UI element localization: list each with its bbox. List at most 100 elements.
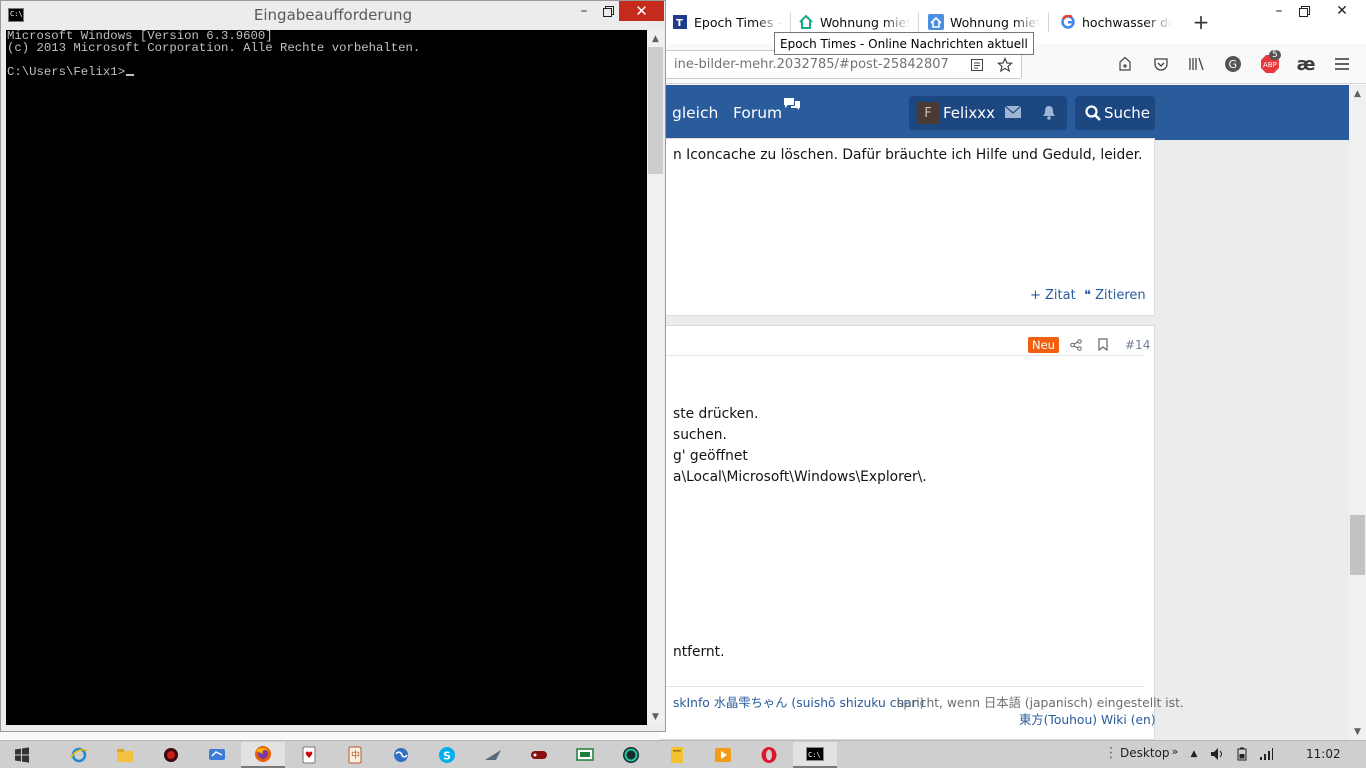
menu-icon[interactable] (1331, 53, 1353, 75)
envelope-icon[interactable] (1004, 105, 1022, 122)
svg-text:S: S (443, 750, 451, 763)
user-menu[interactable]: F Felixxx (909, 96, 1067, 130)
taskbar: ♥ 中 S C:\ ⋮ Desktop » ▲ 11:02 (0, 740, 1366, 768)
forum-post: Neu #14 ste drücken. suchen. g' geöffnet… (660, 325, 1184, 740)
app-red-icon[interactable] (149, 742, 193, 768)
touhou-wiki-link[interactable]: 東方(Touhou) Wiki (en) (1019, 710, 1156, 728)
bell-icon[interactable] (1042, 105, 1056, 124)
close-icon[interactable]: ✕ (1318, 0, 1366, 22)
tab-title: Wohnung miete (950, 14, 1040, 30)
scroll-down-icon[interactable]: ▼ (647, 708, 664, 725)
forum-content: n Iconcache zu löschen. Dafür bräuchte i… (660, 138, 1349, 740)
reader-view-icon[interactable] (966, 54, 988, 76)
tab-title: Epoch Times - O (694, 14, 782, 30)
share-icon[interactable] (1070, 339, 1082, 355)
post-line: a\Local\Microsoft\Windows\Explorer\. (673, 469, 927, 485)
bookmark-star-icon[interactable] (994, 54, 1016, 76)
network-signal-icon[interactable] (1259, 747, 1273, 761)
start-button[interactable] (0, 742, 44, 768)
window-title: Eingabeaufforderung (253, 6, 413, 24)
skype-icon[interactable]: S (425, 742, 469, 768)
media-player-icon[interactable] (701, 742, 745, 768)
teal-app-icon[interactable] (609, 742, 653, 768)
scrollbar-thumb[interactable] (648, 47, 663, 174)
tab-separator (918, 12, 919, 32)
svg-text:G: G (1229, 58, 1238, 71)
scroll-down-icon[interactable]: ▼ (1349, 723, 1366, 740)
chevron-right-icon[interactable]: » (1168, 744, 1182, 758)
console-scrollbar[interactable]: ▲ ▼ (647, 30, 664, 725)
text-cursor (126, 74, 135, 76)
firefox-icon[interactable] (241, 742, 285, 768)
restore-icon[interactable] (597, 1, 619, 21)
file-explorer-icon[interactable] (103, 742, 147, 768)
minimize-icon[interactable]: – (1266, 0, 1292, 22)
library-icon[interactable] (1186, 53, 1208, 75)
new-badge: Neu (1028, 337, 1059, 353)
username: Felixxx (943, 104, 996, 122)
tab-epoch-times[interactable]: T Epoch Times - O (672, 0, 782, 44)
post-divider (660, 355, 1144, 356)
console-output[interactable]: Microsoft Windows [Version 6.3.9600] (c)… (6, 30, 647, 725)
forum-header: gleich Forum F Felixxx Suche (660, 85, 1349, 140)
title-bar[interactable]: C:\ Eingabeaufforderung – ✕ (1, 1, 665, 30)
screen-app-icon[interactable] (563, 742, 607, 768)
pocket-icon[interactable] (1150, 53, 1172, 75)
battery-icon[interactable] (1235, 747, 1249, 761)
desktop-toolbar[interactable]: Desktop (1120, 746, 1170, 760)
tab-title: hochwasser deut (1082, 14, 1172, 30)
signature-link[interactable]: skInfo 水晶雫ちゃん (suishō shizuku chan) (673, 693, 924, 711)
show-hidden-icons-icon[interactable]: ▲ (1187, 747, 1201, 761)
svg-text:C:\: C:\ (808, 751, 821, 759)
scrollbar-thumb[interactable] (1350, 515, 1365, 575)
tab-title: Wohnung miete (820, 14, 910, 30)
minimize-icon[interactable]: – (571, 1, 597, 21)
post-number[interactable]: #14 (1125, 338, 1150, 352)
command-prompt-icon[interactable]: C:\ (793, 742, 837, 768)
volume-icon[interactable] (1210, 747, 1224, 761)
globe-app-icon[interactable] (379, 742, 423, 768)
nav-forum[interactable]: Forum (733, 104, 782, 122)
clock[interactable]: 11:02 (1306, 747, 1341, 761)
mahjong-icon[interactable]: 中 (333, 742, 377, 768)
svg-text:ABP: ABP (1263, 61, 1277, 69)
close-icon[interactable]: ✕ (619, 1, 664, 21)
tab-tooltip: Epoch Times - Online Nachrichten aktuell (774, 32, 1034, 55)
solitaire-icon[interactable]: ♥ (287, 742, 331, 768)
pocket-save-icon[interactable] (1114, 53, 1136, 75)
post-line: suchen. (673, 427, 727, 443)
svg-text:中: 中 (351, 749, 360, 761)
nav-vergleich[interactable]: gleich (672, 104, 718, 122)
internet-explorer-icon[interactable] (57, 742, 101, 768)
quote-icon: ❝ (1084, 288, 1091, 303)
scroll-up-icon[interactable]: ▲ (647, 30, 664, 47)
adblock-count-badge: 5 (1269, 50, 1281, 60)
scroll-up-icon[interactable]: ▲ (1349, 85, 1366, 102)
signature-divider (660, 686, 1144, 687)
tab-separator (790, 12, 791, 32)
remote-desktop-icon[interactable] (195, 742, 239, 768)
opera-icon[interactable] (747, 742, 791, 768)
search-button[interactable]: Suche (1075, 96, 1155, 130)
chat-bubbles-icon[interactable] (782, 96, 802, 116)
bookmark-icon[interactable] (1098, 338, 1108, 355)
post-line: g' geöffnet (673, 448, 748, 464)
zitat-label: Zitat (1045, 288, 1076, 303)
toolbar-grip-icon[interactable]: ⋮ (1104, 745, 1118, 761)
zitat-button[interactable]: + Zitat (1030, 288, 1076, 303)
ray-app-icon[interactable] (471, 742, 515, 768)
new-tab-button[interactable]: + (1190, 10, 1212, 34)
tab-google[interactable]: hochwasser deut (1060, 0, 1172, 44)
restore-icon[interactable] (1292, 0, 1316, 22)
console-prompt-line: C:\Users\Felix1> (7, 66, 135, 78)
post-text: n Iconcache zu löschen. Dafür bräuchte i… (673, 147, 1143, 163)
console-line: (c) 2013 Microsoft Corporation. Alle Rec… (7, 41, 421, 55)
ae-extension-icon[interactable]: æ (1295, 53, 1317, 75)
signature-text: spricht, wenn 日本語 (japanisch) eingestell… (897, 696, 1184, 710)
grammarly-icon[interactable]: G (1222, 53, 1244, 75)
files-app-icon[interactable] (655, 742, 699, 768)
zitieren-label: Zitieren (1095, 288, 1146, 303)
game-app-icon[interactable] (517, 742, 561, 768)
zitieren-button[interactable]: ❝ Zitieren (1084, 288, 1146, 303)
page-scrollbar[interactable]: ▲ ▼ (1349, 85, 1366, 740)
